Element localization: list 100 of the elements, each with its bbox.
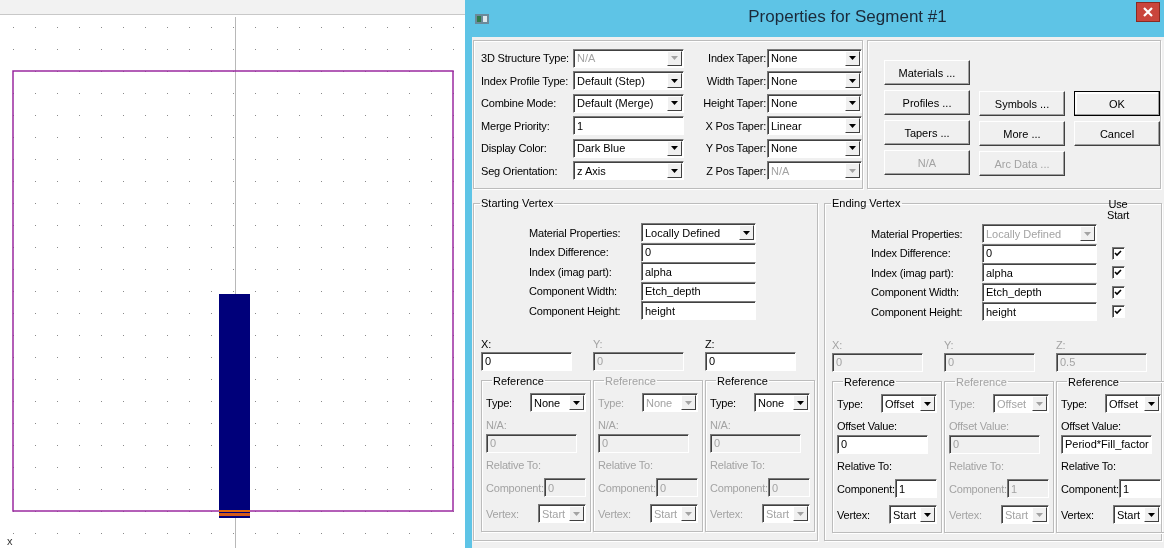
field-label: N/A:: [486, 418, 507, 431]
dialog-button[interactable]: Materials ...: [884, 60, 970, 85]
field-label: X Pos Taper:: [705, 119, 766, 132]
field-label: Width Taper:: [706, 74, 766, 87]
text-field[interactable]: alpha: [641, 262, 756, 282]
text-field[interactable]: 0: [641, 242, 756, 262]
field-label: Vertex:: [1061, 508, 1094, 521]
dropdown[interactable]: None: [767, 48, 862, 68]
dialog-button[interactable]: Cancel: [1074, 121, 1160, 146]
dialog-button[interactable]: More ...: [979, 121, 1065, 146]
dropdown[interactable]: None: [767, 138, 862, 158]
text-field[interactable]: height: [982, 302, 1097, 322]
group-title: Reference: [843, 375, 896, 388]
field-label: Index Taper:: [708, 52, 766, 65]
field-label: Material Properties:: [871, 227, 963, 240]
text-field[interactable]: 0: [705, 351, 796, 371]
caret-icon: [671, 168, 678, 173]
checkbox[interactable]: [1111, 246, 1125, 260]
field-label: Offset Value:: [1061, 419, 1121, 432]
check-icon: [1114, 249, 1122, 257]
field-label: Z:: [1056, 338, 1067, 351]
group-title: Reference: [1067, 375, 1120, 388]
field-label: Material Properties:: [529, 226, 621, 239]
text-field[interactable]: Etch_depth: [982, 282, 1097, 302]
group-title: Reference: [716, 374, 769, 387]
dropdown[interactable]: Default (Step): [573, 71, 684, 91]
check-icon: [1114, 308, 1122, 316]
group-title: Starting Vertex: [480, 197, 555, 209]
field-label: Merge Priority:: [481, 119, 551, 132]
field-label: Display Color:: [481, 142, 548, 155]
dialog-button[interactable]: OK: [1074, 91, 1160, 116]
caret-icon: [671, 146, 678, 151]
field-label: Relative To:: [598, 458, 653, 471]
text-field[interactable]: 0: [481, 351, 572, 371]
caret-icon: [796, 400, 804, 405]
caret-icon: [1147, 401, 1155, 406]
check-icon: [1114, 288, 1122, 296]
dropdown[interactable]: Default (Merge): [573, 93, 684, 113]
field-label: Index (imag part):: [529, 265, 612, 278]
field-label: Type:: [710, 396, 736, 409]
group-title: Reference: [955, 375, 1008, 388]
dropdown[interactable]: None: [767, 71, 862, 91]
text-field[interactable]: 1: [573, 116, 684, 136]
dropdown[interactable]: Linear: [767, 116, 862, 136]
checkbox[interactable]: [1111, 266, 1125, 280]
text-field[interactable]: Etch_depth: [641, 281, 756, 301]
dropdown[interactable]: None: [753, 393, 810, 412]
caret-icon: [1084, 231, 1091, 236]
field-label: Component:: [949, 482, 1007, 495]
dialog-button[interactable]: Profiles ...: [884, 90, 970, 115]
field-label: Index (imag part):: [871, 266, 954, 279]
field-label: Relative To:: [710, 458, 765, 471]
field-label: Z:: [705, 337, 716, 350]
field-label: Relative To:: [1061, 459, 1116, 472]
caret-icon: [849, 101, 856, 106]
dropdown[interactable]: z Axis: [573, 161, 684, 181]
field-label: Component Height:: [529, 304, 621, 317]
text-field[interactable]: alpha: [982, 263, 1097, 283]
field-label: Component Height:: [871, 305, 963, 318]
text-field[interactable]: height: [641, 301, 756, 321]
dropdown[interactable]: Locally Defined: [641, 223, 756, 243]
close-button[interactable]: [1136, 2, 1160, 22]
caret-icon: [1035, 512, 1043, 517]
axis-label: x: [7, 535, 13, 547]
dialog-button[interactable]: Tapers ...: [884, 120, 970, 145]
caret-icon: [849, 146, 856, 151]
caret-icon: [572, 400, 580, 405]
field-label: Component:: [1061, 482, 1119, 495]
dropdown[interactable]: Dark Blue: [573, 138, 684, 158]
caret-icon: [671, 56, 678, 61]
field-label: Type:: [949, 397, 975, 410]
field-label: Relative To:: [949, 459, 1004, 472]
dropdown[interactable]: None: [767, 93, 862, 113]
field-label: Type:: [837, 397, 863, 410]
close-icon: [1143, 7, 1153, 17]
field-label: Type:: [486, 396, 512, 409]
checkbox[interactable]: [1111, 305, 1125, 319]
field-label: 3D Structure Type:: [481, 52, 570, 65]
caret-icon: [796, 511, 804, 516]
field-label: Vertex:: [486, 507, 519, 520]
caret-icon: [923, 512, 931, 517]
window-title: Properties for Segment #1: [747, 7, 947, 27]
field-label: Y Pos Taper:: [705, 142, 766, 155]
field-label: Combine Mode:: [481, 97, 558, 110]
field-label: Component:: [598, 481, 656, 494]
text-field[interactable]: 0: [982, 243, 1097, 263]
field-label: Offset Value:: [837, 419, 897, 432]
field-label: Index Profile Type:: [481, 74, 570, 87]
field-label: Component:: [710, 481, 768, 494]
group-title: Reference: [604, 374, 657, 387]
dropdown[interactable]: None: [529, 393, 586, 412]
field-label: Y:: [593, 337, 604, 350]
dialog-button[interactable]: Symbols ...: [979, 91, 1065, 116]
field-label: Seg Orientation:: [481, 164, 559, 177]
field-label: Index Difference:: [871, 247, 951, 260]
field-label: Z Pos Taper:: [706, 164, 766, 177]
checkbox[interactable]: [1111, 285, 1125, 299]
column-label: Use Start: [1107, 198, 1129, 221]
field-label: Component Width:: [871, 286, 959, 299]
caret-icon: [849, 168, 856, 173]
